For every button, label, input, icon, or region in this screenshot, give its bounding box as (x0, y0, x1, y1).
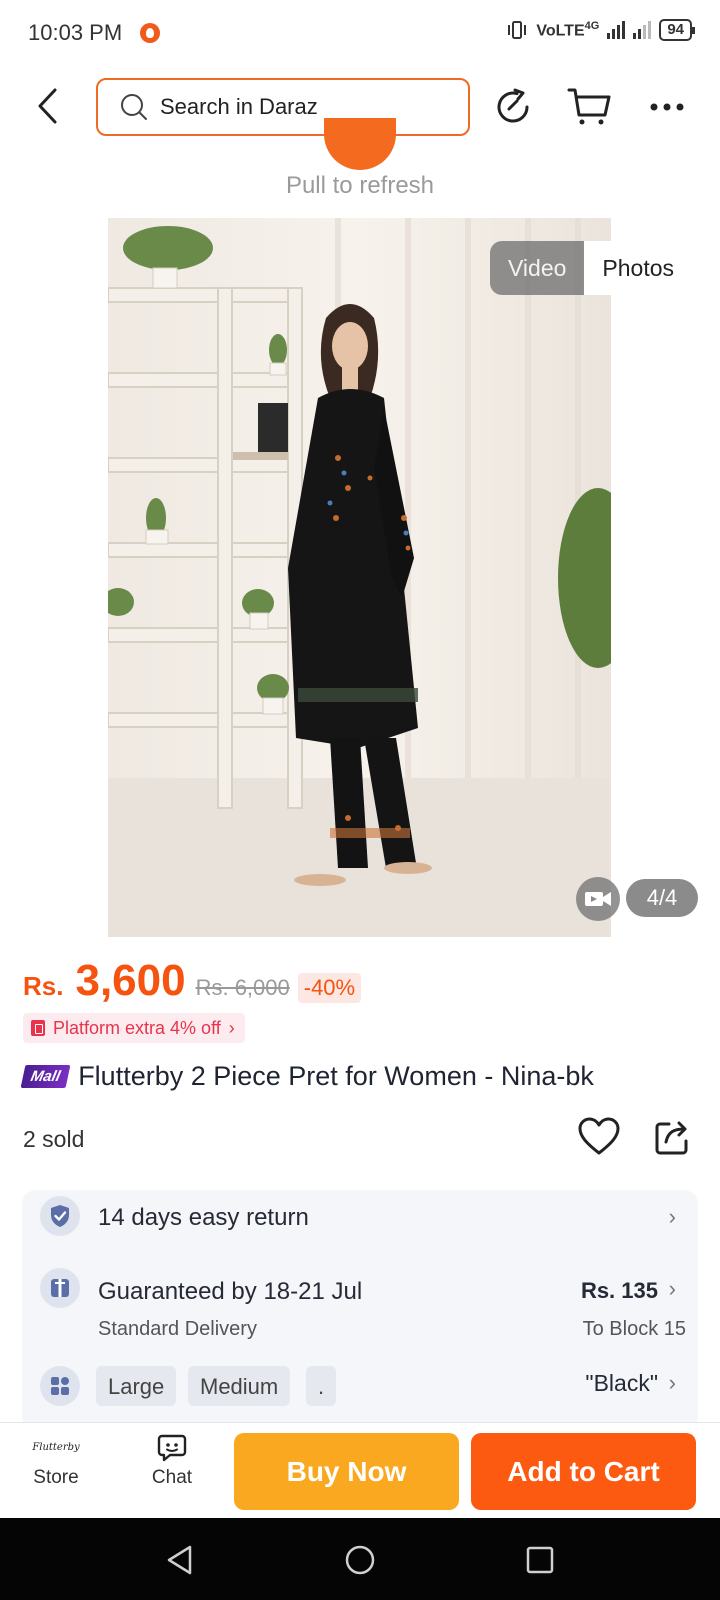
variant-grid-icon (40, 1366, 80, 1406)
heart-icon (578, 1117, 620, 1155)
original-price: Rs. 6,000 (195, 975, 290, 1000)
delivery-price: Rs. 135 (580, 1278, 658, 1303)
signal-icon (607, 21, 626, 39)
platform-promo[interactable]: Platform extra 4% off › (23, 1013, 245, 1043)
product-title-row: Mall Flutterby 2 Piece Pret for Women - … (20, 1061, 594, 1092)
status-bar: 10:03 PM VoLTE4G 94 (0, 0, 720, 66)
delivery-destination: To Block 15 (582, 1318, 686, 1340)
promo-label: Platform extra 4% off (53, 1017, 221, 1038)
price-row: Rs. 3,600 Rs. 6,000 -40% (23, 956, 362, 1006)
product-title: Flutterby 2 Piece Pret for Women - Nina-… (78, 1061, 594, 1091)
nav-recents-button[interactable] (518, 1538, 562, 1582)
shield-check-icon (40, 1196, 80, 1236)
variant-chip-more[interactable]: . (306, 1366, 337, 1406)
chevron-right-icon: › (668, 1370, 676, 1395)
sold-count: 2 sold (23, 1126, 85, 1152)
more-button[interactable] (644, 84, 690, 130)
system-navigation-bar (0, 1518, 720, 1600)
selected-color: "Black" (585, 1370, 658, 1396)
share-icon (655, 1121, 688, 1155)
status-indicators: VoLTE4G 94 (506, 19, 695, 41)
price-currency: Rs. (23, 971, 64, 1001)
tab-photos[interactable]: Photos (584, 241, 693, 295)
back-icon (38, 88, 57, 124)
return-policy-label: 14 days easy return (98, 1204, 309, 1231)
share-button[interactable] (654, 1118, 692, 1156)
delivery-row[interactable]: Guaranteed by 18-21 Jul Standard Deliver… (22, 1262, 698, 1340)
store-button[interactable]: Flutterby Store (16, 1433, 96, 1489)
refresh-button[interactable] (490, 84, 536, 130)
vibrate-icon (508, 21, 527, 39)
chevron-right-icon: › (668, 1276, 676, 1301)
cart-icon (567, 88, 611, 125)
variant-chip-large[interactable]: Large (96, 1366, 177, 1406)
play-video-button[interactable] (576, 877, 620, 921)
triangle-back-icon (167, 1545, 192, 1575)
chevron-right-icon: › (228, 1017, 235, 1038)
circle-home-icon (345, 1545, 375, 1575)
tab-video[interactable]: Video (490, 241, 585, 295)
status-time: 10:03 PM (28, 20, 123, 45)
buy-now-button[interactable]: Buy Now (234, 1433, 459, 1510)
add-to-cart-button[interactable]: Add to Cart (471, 1433, 696, 1510)
store-logo: Flutterby (32, 1442, 80, 1453)
nav-back-button[interactable] (158, 1538, 202, 1582)
delivery-guarantee: Guaranteed by 18-21 Jul (98, 1278, 363, 1305)
voucher-icon (31, 1020, 45, 1036)
discount-badge: -40% (297, 973, 362, 1003)
variant-row[interactable]: Large Medium . "Black" › (22, 1354, 698, 1430)
bottom-action-bar: Flutterby Store Chat Buy Now Add to Cart (0, 1422, 720, 1518)
search-icon (121, 94, 147, 120)
nav-home-button[interactable] (338, 1538, 382, 1582)
chat-icon (157, 1434, 187, 1462)
square-recents-icon (526, 1546, 554, 1574)
search-placeholder: Search in Daraz (160, 94, 318, 119)
cart-button[interactable] (566, 84, 612, 130)
delivery-type: Standard Delivery (98, 1318, 257, 1340)
signal-icon-2 (633, 21, 652, 39)
daraz-notification-icon (140, 23, 160, 43)
image-counter: 4/4 (626, 879, 698, 917)
service-card: 14 days easy return › Guaranteed by 18-2… (22, 1190, 698, 1430)
wishlist-button[interactable] (578, 1117, 620, 1157)
video-camera-icon (585, 892, 611, 906)
more-icon (650, 103, 684, 111)
search-bar[interactable]: Search in Daraz (96, 78, 470, 136)
network-label: VoLTE4G (536, 19, 600, 40)
store-label: Store (33, 1467, 79, 1488)
current-price: 3,600 (75, 956, 186, 1005)
media-toggle: Video Photos (490, 241, 693, 295)
product-photo (108, 218, 611, 937)
chat-button[interactable]: Chat (132, 1433, 212, 1489)
variant-chip-medium[interactable]: Medium (188, 1366, 291, 1406)
return-policy-row[interactable]: 14 days easy return › (22, 1190, 698, 1246)
refresh-indicator (324, 118, 396, 170)
chevron-right-icon: › (668, 1204, 676, 1229)
battery-indicator: 94 (659, 19, 695, 41)
delivery-box-icon (40, 1268, 80, 1308)
refresh-icon (497, 88, 529, 123)
mall-badge: Mall (20, 1065, 71, 1088)
pull-to-refresh-label: Pull to refresh (285, 172, 435, 199)
product-image[interactable] (108, 218, 611, 937)
back-button[interactable] (26, 84, 70, 128)
chat-label: Chat (151, 1467, 193, 1488)
